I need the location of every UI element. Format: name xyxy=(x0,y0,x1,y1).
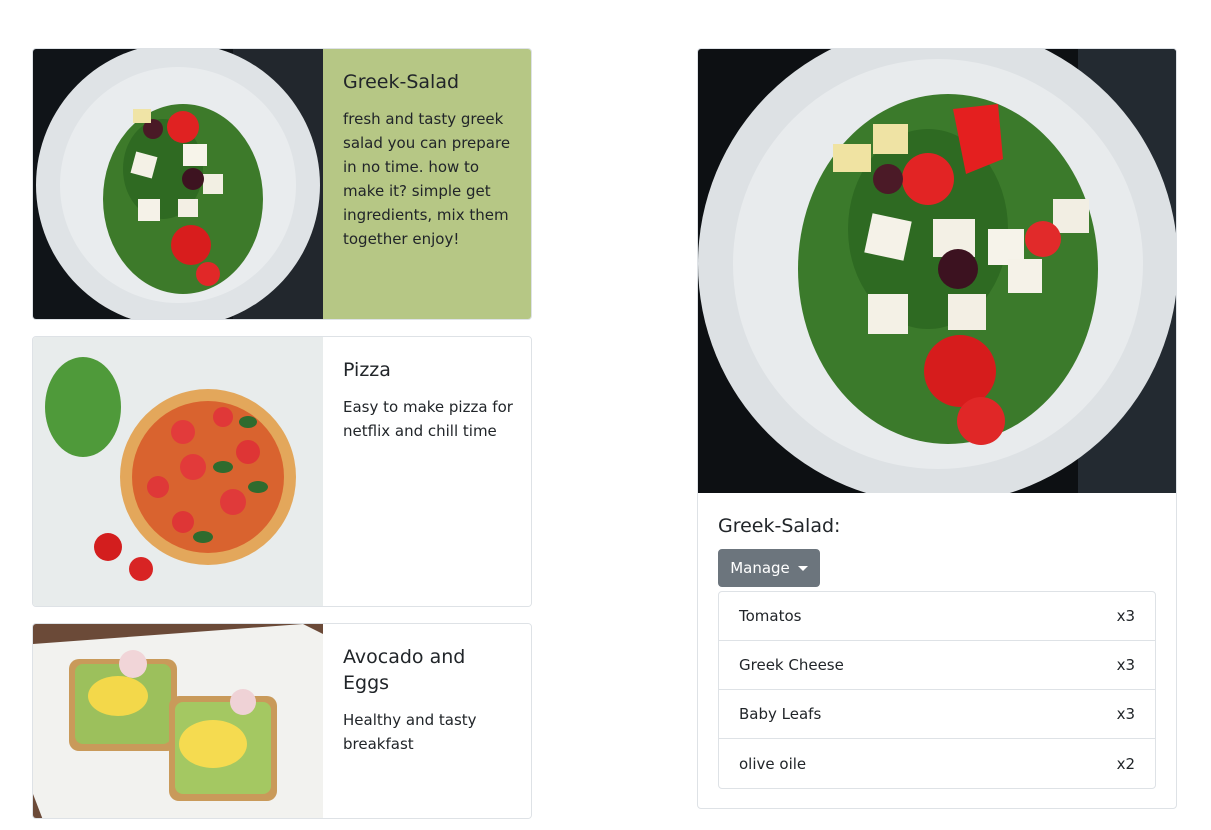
ingredient-amount: x3 xyxy=(1116,705,1135,723)
ingredient-amount: x2 xyxy=(1116,754,1135,773)
ingredient-amount: x3 xyxy=(1116,656,1135,674)
pizza-image xyxy=(33,337,323,606)
recipe-card-greek-salad[interactable]: Greek-Salad fresh and tasty greek salad … xyxy=(32,48,532,320)
greek-salad-image xyxy=(33,49,323,319)
recipe-description: fresh and tasty greek salad you can prep… xyxy=(343,110,511,248)
recipe-title: Greek-Salad xyxy=(343,71,460,93)
recipe-description: Healthy and tasty breakfast xyxy=(343,711,477,753)
ingredient-name: Baby Leafs xyxy=(739,705,822,723)
manage-label: Manage xyxy=(730,559,790,577)
caret-down-icon xyxy=(797,566,808,571)
recipe-card-avocado-eggs[interactable]: Avocado and Eggs Healthy and tasty break… xyxy=(32,623,532,819)
ingredient-item: Baby Leafs x3 xyxy=(719,690,1155,739)
recipe-detail-panel: Greek-Salad: Manage Tomatos x3 Greek Che… xyxy=(697,48,1177,809)
manage-dropdown-button[interactable]: Manage xyxy=(718,549,820,587)
recipe-detail-image xyxy=(698,49,1176,493)
avocado-eggs-image xyxy=(33,624,323,818)
ingredient-name: Greek Cheese xyxy=(739,656,844,674)
ingredient-amount: x3 xyxy=(1116,607,1135,625)
ingredient-item: Greek Cheese x3 xyxy=(719,641,1155,690)
recipe-title: Avocado and Eggs xyxy=(343,646,466,694)
recipe-description: Easy to make pizza for netflix and chill… xyxy=(343,398,513,440)
recipe-title: Pizza xyxy=(343,359,391,381)
ingredient-list: Tomatos x3 Greek Cheese x3 Baby Leafs x3… xyxy=(718,591,1156,789)
detail-title: Greek-Salad: xyxy=(718,515,841,537)
ingredient-item: olive oile x2 xyxy=(719,739,1155,788)
ingredient-item: Tomatos x3 xyxy=(719,592,1155,641)
recipe-card-pizza[interactable]: Pizza Easy to make pizza for netflix and… xyxy=(32,336,532,607)
ingredient-name: Tomatos xyxy=(739,607,802,625)
ingredient-name: olive oile xyxy=(739,754,807,773)
